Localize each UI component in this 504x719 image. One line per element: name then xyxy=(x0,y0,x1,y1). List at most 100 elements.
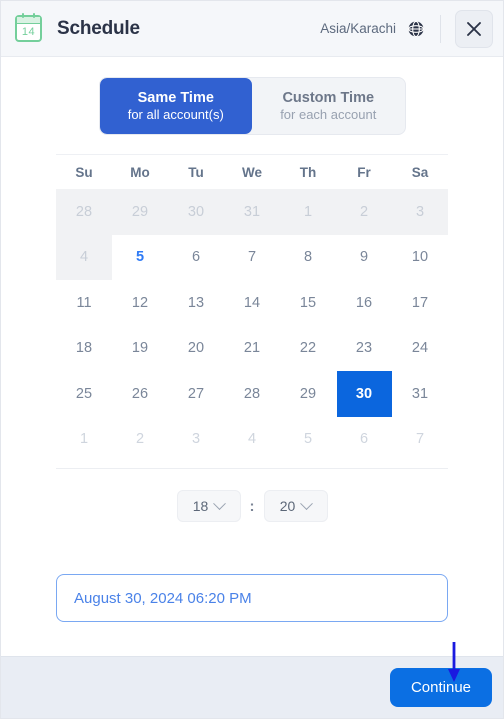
time-picker-row: 18 : 20 xyxy=(176,490,328,522)
calendar-day-cell[interactable]: 30 xyxy=(336,371,392,417)
calendar-day-cell[interactable]: 25 xyxy=(56,371,112,417)
calendar-icon-day: 14 xyxy=(21,25,36,38)
calendar-day-cell[interactable]: 27 xyxy=(168,371,224,417)
calendar-day-cell[interactable]: 31 xyxy=(392,371,448,417)
weekday-th: Th xyxy=(299,164,317,180)
calendar-day-cell[interactable]: 17 xyxy=(392,280,448,326)
calendar-day-label: 30 xyxy=(336,371,392,417)
minute-select[interactable]: 20 xyxy=(263,490,328,522)
calendar-day-cell[interactable]: 20 xyxy=(168,326,224,372)
calendar-week-row: 11 12 13 14 15 16 17 xyxy=(56,280,448,326)
calendar-day-label: 26 xyxy=(131,385,149,402)
calendar-day-cell[interactable]: 6 xyxy=(168,235,224,281)
calendar-day-label: 3 xyxy=(191,431,201,448)
tab-same-time-subtitle: for all account(s) xyxy=(127,106,224,122)
calendar-week-row: 1 2 3 4 5 6 7 xyxy=(56,417,448,463)
close-button[interactable] xyxy=(455,9,493,48)
calendar-icon-ring-left xyxy=(22,13,24,18)
weekday-sa: Sa xyxy=(411,164,429,180)
calendar-day-cell: 4 xyxy=(56,234,112,280)
calendar-day-label: 15 xyxy=(299,294,317,311)
calendar-day-cell[interactable]: 24 xyxy=(392,326,448,372)
calendar-day-cell[interactable]: 28 xyxy=(224,371,280,417)
calendar-day-label: 27 xyxy=(187,385,205,402)
calendar-day-cell: 2 xyxy=(336,189,392,235)
calendar-day-label: 7 xyxy=(247,249,257,266)
time-separator: : xyxy=(249,497,255,515)
hour-value: 18 xyxy=(192,498,209,514)
date-picker-calendar: Su Mo Tu We Th Fr Sa 28 29 30 31 1 2 3 4 5 6 7 8 9 10… xyxy=(56,154,448,469)
calendar-week-row: 28 29 30 31 1 2 3 xyxy=(56,189,448,235)
weekday-tu: Tu xyxy=(188,164,204,180)
calendar-day-label: 23 xyxy=(355,340,373,357)
calendar-day-cell: 29 xyxy=(112,189,168,235)
calendar-day-cell: 28 xyxy=(56,189,112,235)
calendar-day-label: 14 xyxy=(243,294,261,311)
calendar-day-cell[interactable]: 16 xyxy=(336,280,392,326)
calendar-grid: Su Mo Tu We Th Fr Sa 28 29 30 31 1 2 3 4 5 6 7 8 9 10… xyxy=(56,155,448,462)
weekday-su: Su xyxy=(75,164,93,180)
calendar-day-label: 1 xyxy=(79,431,89,448)
hour-select[interactable]: 18 xyxy=(176,490,241,522)
calendar-day-cell[interactable]: 22 xyxy=(280,326,336,372)
calendar-bottom-divider xyxy=(56,468,448,469)
calendar-day-cell[interactable]: 18 xyxy=(56,326,112,372)
calendar-day-cell[interactable]: 19 xyxy=(112,326,168,372)
timezone-label: Asia/Karachi xyxy=(320,21,396,36)
header-divider xyxy=(440,14,441,43)
calendar-day-label: 7 xyxy=(415,431,425,448)
calendar-day-cell[interactable]: 11 xyxy=(56,280,112,326)
calendar-day-cell: 31 xyxy=(224,189,280,235)
continue-button[interactable]: Continue xyxy=(389,668,492,707)
calendar-day-cell[interactable]: 10 xyxy=(392,235,448,281)
calendar-day-label: 8 xyxy=(303,249,313,266)
tab-same-time-title: Same Time xyxy=(137,89,214,106)
calendar-day-cell[interactable]: 23 xyxy=(336,326,392,372)
header-right-group: Asia/Karachi xyxy=(320,9,493,48)
minute-value: 20 xyxy=(279,498,296,514)
calendar-day-label: 9 xyxy=(359,249,369,266)
page-title: Schedule xyxy=(57,17,140,39)
tab-same-time[interactable]: Same Time for all account(s) xyxy=(99,78,252,134)
calendar-day-label: 24 xyxy=(411,340,429,357)
calendar-day-cell[interactable]: 21 xyxy=(224,326,280,372)
calendar-day-label: 4 xyxy=(79,249,89,266)
tab-custom-time[interactable]: Custom Time for each account xyxy=(252,78,405,134)
calendar-day-cell[interactable]: 29 xyxy=(280,371,336,417)
calendar-day-cell[interactable]: 7 xyxy=(224,235,280,281)
calendar-day-cell[interactable]: 5 xyxy=(112,235,168,281)
calendar-day-label: 6 xyxy=(359,431,369,448)
calendar-day-cell[interactable]: 8 xyxy=(280,235,336,281)
calendar-day-cell: 30 xyxy=(168,189,224,235)
calendar-week-row: 18 19 20 21 22 23 24 xyxy=(56,326,448,372)
tab-custom-time-subtitle: for each account xyxy=(280,106,377,122)
calendar-day-label: 28 xyxy=(75,203,93,220)
calendar-day-label: 5 xyxy=(303,431,313,448)
calendar-day-cell[interactable]: 26 xyxy=(112,371,168,417)
calendar-day-cell: 6 xyxy=(336,417,392,463)
calendar-day-label: 22 xyxy=(299,340,317,357)
calendar-day-cell[interactable]: 13 xyxy=(168,280,224,326)
globe-icon[interactable] xyxy=(406,19,426,39)
calendar-icon-ring-right xyxy=(33,13,35,18)
dialog-header: 14 Schedule Asia/Karachi xyxy=(1,1,503,57)
calendar-day-cell[interactable]: 14 xyxy=(224,280,280,326)
calendar-day-label: 19 xyxy=(131,340,149,357)
calendar-day-cell[interactable]: 15 xyxy=(280,280,336,326)
time-mode-toggle: Same Time for all account(s) Custom Time… xyxy=(98,77,406,135)
chevron-down-icon xyxy=(300,496,314,510)
weekday-fr: Fr xyxy=(357,164,371,180)
calendar-day-cell: 2 xyxy=(112,417,168,463)
tab-custom-time-title: Custom Time xyxy=(282,89,375,106)
calendar-day-label: 13 xyxy=(187,294,205,311)
calendar-day-label: 31 xyxy=(243,203,261,220)
weekday-we: We xyxy=(241,164,262,180)
calendar-day-cell[interactable]: 12 xyxy=(112,280,168,326)
calendar-day-label: 1 xyxy=(303,203,313,220)
calendar-week-row: 25 26 27 28 29 30 31 xyxy=(56,371,448,417)
calendar-day-label: 29 xyxy=(131,203,149,220)
calendar-day-cell[interactable]: 9 xyxy=(336,235,392,281)
dialog-footer: Continue xyxy=(1,656,503,718)
calendar-day-cell: 1 xyxy=(280,189,336,235)
selected-datetime-field[interactable]: August 30, 2024 06:20 PM xyxy=(56,574,448,622)
